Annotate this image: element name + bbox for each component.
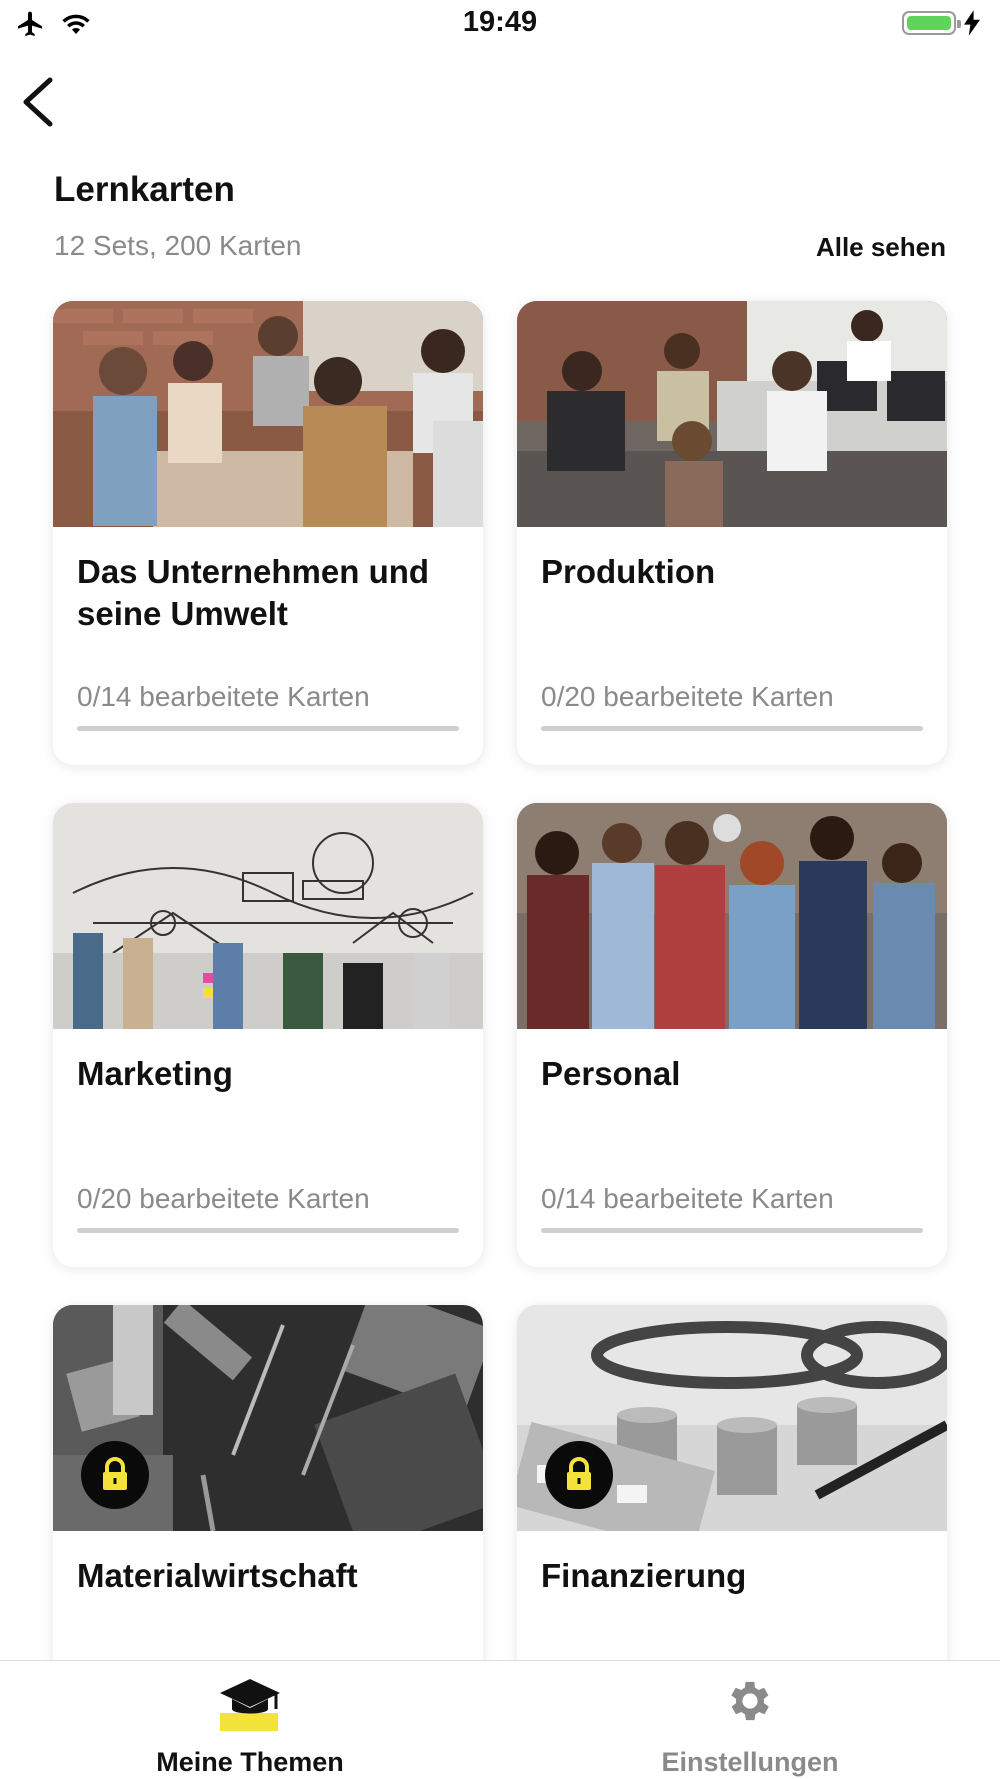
topic-card[interactable]: Marketing 0/20 bearbeitete Karten [53, 803, 483, 1267]
gear-icon [731, 1681, 769, 1721]
card-progress-label: 0/20 bearbeitete Karten [77, 1183, 370, 1214]
card-progress-label: 0/20 bearbeitete Karten [541, 681, 834, 712]
card-progress-bar [77, 726, 459, 731]
back-button[interactable] [16, 72, 64, 132]
topic-card[interactable]: Das Unternehmen und seine Umwelt 0/14 be… [53, 301, 483, 765]
team-group-photo [517, 803, 947, 1029]
card-title: Das Unternehmen und seine Umwelt [77, 553, 430, 632]
graduation-cap-icon [220, 1679, 280, 1731]
topic-card[interactable]: Produktion 0/20 bearbeitete Karten [517, 301, 947, 765]
battery-icon [902, 11, 961, 35]
lock-icon [567, 1457, 591, 1490]
business-meeting-photo [53, 301, 483, 527]
card-title: Personal [541, 1055, 681, 1092]
card-title: Marketing [77, 1055, 233, 1092]
status-bar: 19:49 [0, 0, 1000, 50]
lock-icon [103, 1457, 127, 1490]
tab-settings[interactable]: Einstellungen [500, 1661, 1000, 1779]
lock-badge [545, 1441, 613, 1509]
sets-count-subtitle: 12 Sets, 200 Karten [54, 230, 302, 261]
status-time: 19:49 [462, 6, 538, 38]
marketing-sketch-photo [53, 803, 483, 1029]
page-title: Lernkarten [54, 170, 235, 209]
chevron-left-icon [23, 77, 53, 127]
office-workers-photo [517, 301, 947, 527]
card-title: Materialwirtschaft [77, 1557, 358, 1594]
lock-badge [81, 1441, 149, 1509]
tab-label: Meine Themen [156, 1747, 344, 1777]
card-progress-label: 0/14 bearbeitete Karten [77, 681, 370, 712]
tab-label: Einstellungen [661, 1747, 839, 1777]
charging-bolt-icon [964, 10, 980, 36]
card-title: Produktion [541, 553, 716, 590]
card-title: Finanzierung [541, 1557, 747, 1594]
card-progress-bar [541, 726, 923, 731]
topic-card[interactable]: Personal 0/14 bearbeitete Karten [517, 803, 947, 1267]
tab-bar: Meine Themen Einstellungen [0, 1660, 1000, 1779]
card-progress-bar [77, 1228, 459, 1233]
see-all-link[interactable]: Alle sehen [816, 232, 946, 263]
card-progress-label: 0/14 bearbeitete Karten [541, 1183, 834, 1214]
tab-my-topics[interactable]: Meine Themen [0, 1661, 500, 1779]
card-progress-bar [541, 1228, 923, 1233]
